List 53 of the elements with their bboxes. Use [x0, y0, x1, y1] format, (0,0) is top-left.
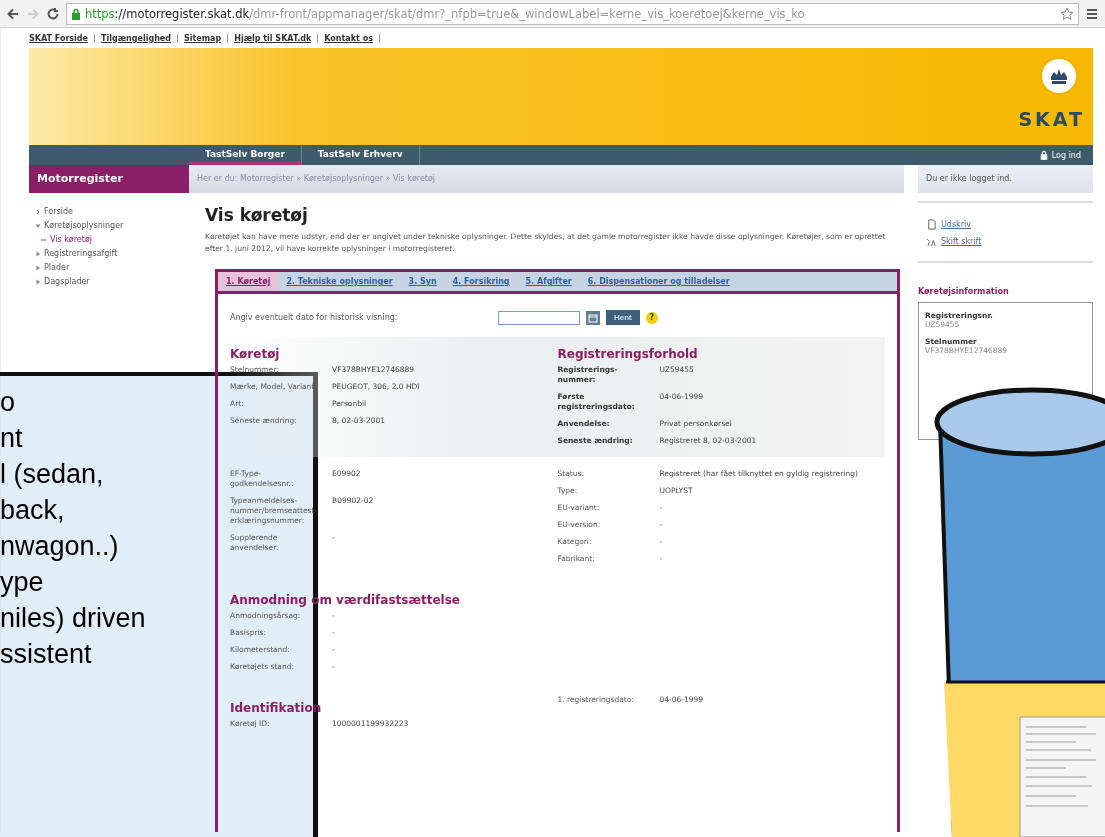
logo-text: SKAT [1018, 108, 1085, 130]
sidebar-item[interactable]: Køretøjsoplysninger [44, 219, 124, 233]
top-link[interactable]: Tilgængelighed [95, 33, 178, 43]
address-field[interactable]: https://motorregister.skat.dk/dmr-front/appmanager/skat/dmr?_nfpb=true&_windowLabel=kerne_vis_koeretoej&kerne_vis_ko [66, 2, 1079, 25]
document-icon [926, 219, 937, 230]
star-icon[interactable] [1060, 6, 1074, 21]
annotation-text: o [0, 386, 16, 419]
bullet-icon [35, 208, 41, 216]
lock-icon [71, 7, 81, 20]
letter-size-icon [926, 236, 937, 247]
sidebar-item[interactable]: Plader [44, 261, 70, 275]
calendar-button[interactable] [586, 310, 600, 325]
tab[interactable]: 6. Dispensationer og tilladelser [579, 272, 738, 291]
crown-emblem-icon [1039, 56, 1079, 96]
font-link[interactable]: Skift skrift [926, 236, 1085, 247]
top-link[interactable]: Kontakt os [318, 33, 380, 43]
annotation-text: l (sedan, [0, 458, 104, 491]
tab[interactable]: 2. Tekniske oplysninger [278, 272, 401, 291]
date-field[interactable] [498, 310, 580, 325]
help-icon[interactable]: ? [645, 311, 658, 324]
breadcrumb: Her er du: Motorregister » Køretøjsoplysninger » Vis køretøj [189, 165, 904, 193]
fetch-button[interactable]: Hent [606, 310, 640, 325]
annotation-text: ype [0, 566, 44, 599]
annotation-text: niles) driven [0, 602, 146, 635]
top-link[interactable]: Hjælp til SKAT.dk [228, 33, 319, 43]
tab[interactable]: 5. Afgifter [517, 272, 580, 291]
sidebar-item[interactable]: Vis køretøj [50, 233, 93, 247]
annotation-text: back, [0, 494, 65, 527]
tab[interactable]: 3. Syn [400, 272, 445, 291]
back-icon[interactable] [6, 6, 20, 21]
tab[interactable]: 1. Køretøj [218, 272, 279, 291]
sidebar-title: Motorregister [29, 165, 189, 193]
padlock-icon [1039, 150, 1048, 160]
page-title: Vis køretøj [205, 205, 309, 225]
menu-icon[interactable] [1085, 6, 1099, 21]
login-status: Du er ikke logget ind. [918, 165, 1093, 193]
annotation-text: ssistent [0, 638, 92, 671]
section-title: Registreringsforhold [557, 347, 699, 361]
reload-icon[interactable] [46, 6, 60, 21]
date-label: Angiv eventuelt dato for historisk visning: [230, 313, 399, 322]
dash-icon [41, 239, 46, 241]
sidebar-item[interactable]: Forside [44, 205, 73, 219]
annotation-text: nwagon..) [0, 530, 119, 563]
annotation-text: nt [0, 422, 23, 455]
tab[interactable]: 4. Forsikring [444, 272, 518, 291]
section-title: Køretøj [230, 347, 281, 361]
top-link[interactable]: SKAT Forside [29, 33, 95, 43]
info-title: Køretøjsinformation [918, 287, 1010, 296]
sidebar-item[interactable]: Dagsplader [44, 275, 90, 289]
top-link[interactable]: Sitemap [178, 33, 229, 43]
print-link[interactable]: Udskriv [926, 219, 1085, 230]
sidebar-item[interactable]: Registreringsafgift [44, 247, 118, 261]
login-link[interactable]: Log ind [1039, 145, 1093, 165]
